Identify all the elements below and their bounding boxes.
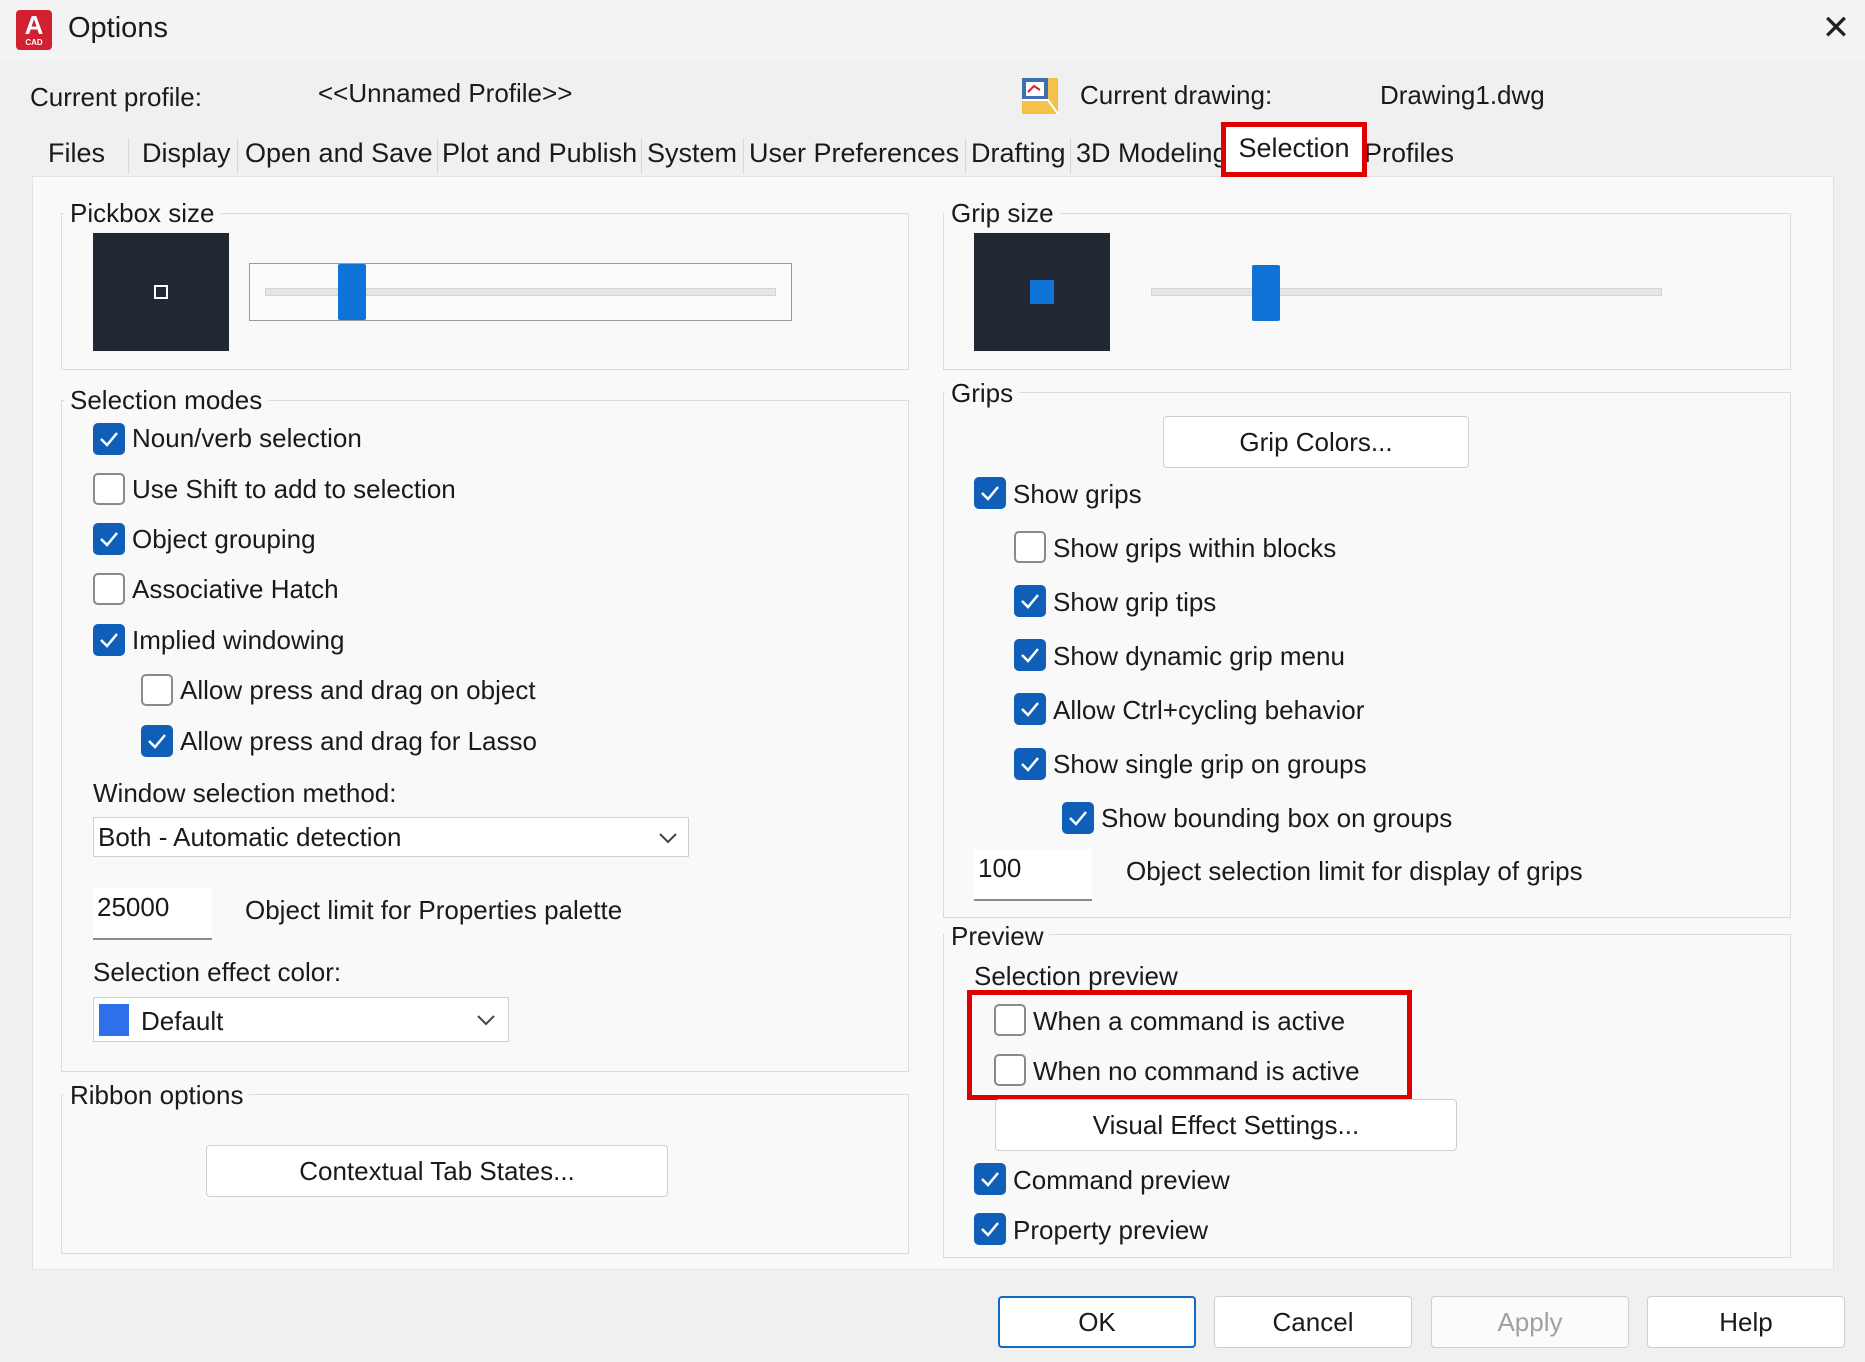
property-preview-checkbox[interactable] <box>974 1213 1006 1245</box>
pickbox-preview <box>93 233 229 351</box>
implied-windowing-label: Implied windowing <box>132 625 345 655</box>
apply-button[interactable]: Apply <box>1431 1296 1629 1348</box>
title-bar: A CAD Options ✕ <box>0 0 1865 62</box>
associative-hatch-label: Associative Hatch <box>132 574 339 604</box>
ribbon-options-title: Ribbon options <box>64 1080 250 1111</box>
grip-size-title: Grip size <box>945 198 1060 229</box>
preview-title: Preview <box>945 921 1050 952</box>
pickbox-size-title: Pickbox size <box>64 198 221 229</box>
grip-size-preview <box>974 233 1110 351</box>
drawing-file-icon <box>1022 78 1059 115</box>
current-drawing-value: Drawing1.dwg <box>1380 80 1545 110</box>
grip-tips-checkbox[interactable] <box>1014 585 1046 617</box>
help-button[interactable]: Help <box>1647 1296 1845 1348</box>
autocad-app-icon: A CAD <box>16 10 52 50</box>
ok-button[interactable]: OK <box>998 1296 1196 1348</box>
close-icon[interactable]: ✕ <box>1818 8 1854 48</box>
tab-display[interactable]: Display <box>142 130 231 176</box>
visual-effect-settings-button[interactable]: Visual Effect Settings... <box>995 1099 1457 1151</box>
highlight-box <box>967 990 1412 1100</box>
tab-open-and-save[interactable]: Open and Save <box>245 130 433 176</box>
object-limit-label: Object limit for Properties palette <box>245 895 623 925</box>
implied-windowing-checkbox[interactable] <box>93 624 125 656</box>
grip-limit-label: Object selection limit for display of gr… <box>1126 856 1583 886</box>
selection-effect-color-label: Selection effect color: <box>93 957 342 987</box>
associative-hatch-checkbox[interactable] <box>93 573 125 605</box>
press-drag-object-checkbox[interactable] <box>141 674 173 706</box>
tab-separator <box>128 138 129 174</box>
window-selection-method-select[interactable]: Both - Automatic detection <box>93 817 689 857</box>
show-grips-label: Show grips <box>1013 479 1142 509</box>
dynamic-grip-menu-checkbox[interactable] <box>1014 639 1046 671</box>
tab-system[interactable]: System <box>647 130 737 176</box>
grips-within-blocks-label: Show grips within blocks <box>1053 533 1337 563</box>
color-swatch <box>99 1004 129 1036</box>
use-shift-label: Use Shift to add to selection <box>132 474 456 504</box>
grip-square-icon <box>1030 280 1054 304</box>
selection-modes-title: Selection modes <box>64 385 269 416</box>
single-grip-groups-label: Show single grip on groups <box>1053 749 1367 779</box>
tab-profiles[interactable]: Profiles <box>1364 130 1454 176</box>
tab-separator <box>743 138 744 174</box>
selection-effect-color-value: Default <box>141 1006 224 1036</box>
selection-preview-label: Selection preview <box>974 961 1178 991</box>
tab-separator <box>965 138 966 174</box>
tab-plot-and-publish[interactable]: Plot and Publish <box>442 130 637 176</box>
grips-title: Grips <box>945 378 1020 409</box>
noun-verb-label: Noun/verb selection <box>132 423 362 453</box>
bounding-box-groups-checkbox[interactable] <box>1062 802 1094 834</box>
tab-separator <box>237 138 238 174</box>
grip-size-slider-track[interactable] <box>1151 288 1662 296</box>
tab-separator <box>437 138 438 174</box>
object-limit-input[interactable]: 25000 <box>93 888 212 940</box>
current-profile-value: <<Unnamed Profile>> <box>318 78 573 108</box>
chevron-down-icon <box>659 833 677 844</box>
use-shift-checkbox[interactable] <box>93 473 125 505</box>
press-drag-object-label: Allow press and drag on object <box>180 675 536 705</box>
tab-separator <box>1070 138 1071 174</box>
property-preview-label: Property preview <box>1013 1215 1209 1245</box>
object-grouping-label: Object grouping <box>132 524 316 554</box>
tab-files[interactable]: Files <box>48 130 105 176</box>
grip-limit-input[interactable]: 100 <box>974 849 1092 901</box>
window-selection-method-value: Both - Automatic detection <box>98 822 402 852</box>
grip-colors-button[interactable]: Grip Colors... <box>1163 416 1469 468</box>
ctrl-cycling-checkbox[interactable] <box>1014 693 1046 725</box>
current-profile-label: Current profile: <box>30 82 202 112</box>
bounding-box-groups-label: Show bounding box on groups <box>1101 803 1453 833</box>
tab-selection[interactable]: Selection <box>1221 122 1367 177</box>
show-grips-checkbox[interactable] <box>974 477 1006 509</box>
press-drag-lasso-label: Allow press and drag for Lasso <box>180 726 537 756</box>
tab-drafting[interactable]: Drafting <box>971 130 1066 176</box>
dynamic-grip-menu-label: Show dynamic grip menu <box>1053 641 1345 671</box>
ctrl-cycling-label: Allow Ctrl+cycling behavior <box>1053 695 1365 725</box>
cancel-button[interactable]: Cancel <box>1214 1296 1412 1348</box>
object-grouping-checkbox[interactable] <box>93 523 125 555</box>
chevron-down-icon <box>477 1015 495 1026</box>
selection-effect-color-select[interactable]: Default <box>93 997 509 1042</box>
current-drawing-label: Current drawing: <box>1080 80 1273 110</box>
pickbox-slider-thumb[interactable] <box>338 264 366 320</box>
command-preview-checkbox[interactable] <box>974 1163 1006 1195</box>
single-grip-groups-checkbox[interactable] <box>1014 748 1046 780</box>
command-preview-label: Command preview <box>1013 1165 1230 1195</box>
window-selection-method-label: Window selection method: <box>93 778 397 808</box>
grip-tips-label: Show grip tips <box>1053 587 1217 617</box>
contextual-tab-states-button[interactable]: Contextual Tab States... <box>206 1145 668 1197</box>
pickbox-square-icon <box>154 285 168 299</box>
noun-verb-checkbox[interactable] <box>93 423 125 455</box>
tab-user-preferences[interactable]: User Preferences <box>749 130 959 176</box>
tab-3d-modeling[interactable]: 3D Modeling <box>1076 130 1224 176</box>
tab-separator <box>641 138 642 174</box>
grip-size-slider-thumb[interactable] <box>1252 265 1280 321</box>
grips-within-blocks-checkbox[interactable] <box>1014 531 1046 563</box>
press-drag-lasso-checkbox[interactable] <box>141 725 173 757</box>
window-title: Options <box>68 12 168 44</box>
